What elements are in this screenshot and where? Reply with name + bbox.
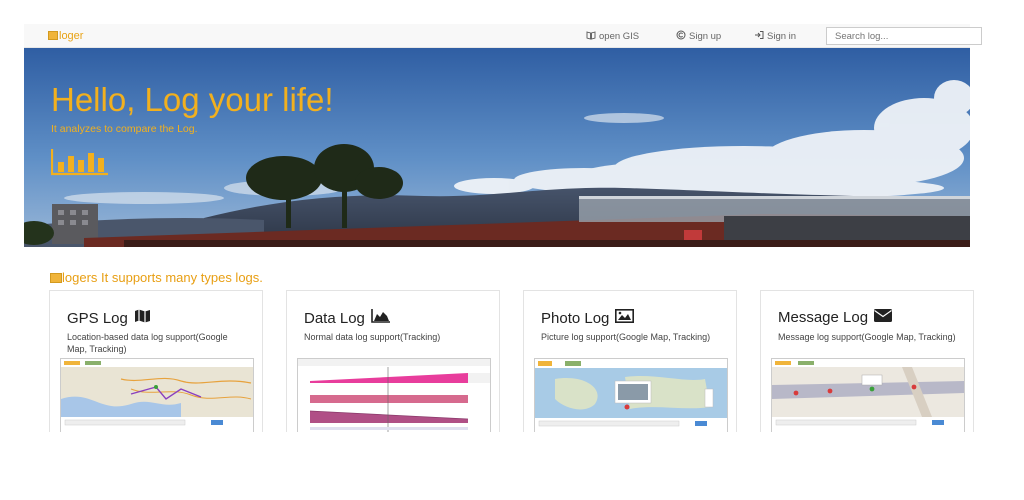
card-title: GPS Log <box>67 309 151 327</box>
card-data-log[interactable]: Data Log Normal data log support(Trackin… <box>286 290 500 432</box>
section-heading: logers It supports many types logs. <box>50 270 263 285</box>
sign-up-link[interactable]: Sign up <box>676 24 754 48</box>
logo-icon <box>50 272 62 283</box>
card-message-log[interactable]: Message Log Message log support(Google M… <box>760 290 974 432</box>
card-description: Message log support(Google Map, Tracking… <box>778 332 956 342</box>
card-title-text: Photo Log <box>541 309 610 327</box>
sign-up-label: Sign up <box>689 30 722 42</box>
card-photo-log[interactable]: Photo Log Picture log support(Google Map… <box>523 290 737 432</box>
hero-title: Hello, Log your life! <box>51 81 334 118</box>
card-screenshot <box>60 358 254 432</box>
hero-subtitle: It analyzes to compare the Log. <box>51 123 198 135</box>
sign-in-label: Sign in <box>767 30 797 42</box>
card-title-text: Data Log <box>304 309 365 327</box>
card-title: Data Log <box>304 309 390 327</box>
card-title-text: Message Log <box>778 309 869 326</box>
picture-icon <box>615 309 635 327</box>
brand-link[interactable]: loger <box>48 30 83 42</box>
copyright-icon <box>676 30 686 42</box>
card-screenshot <box>534 358 728 432</box>
logo-icon <box>48 31 58 40</box>
card-title: Message Log <box>778 309 893 326</box>
hero-banner: Hello, Log your life! It analyzes to com… <box>24 48 970 247</box>
envelope-icon <box>874 309 893 326</box>
card-title-text: GPS Log <box>67 309 128 327</box>
search-input[interactable] <box>826 27 982 45</box>
card-gps-log[interactable]: GPS Log Location-based data log support(… <box>49 290 263 432</box>
card-screenshot <box>771 358 965 432</box>
brand-name: loger <box>59 29 84 42</box>
book-icon <box>586 30 596 42</box>
hero-background-photo <box>24 48 970 247</box>
card-screenshot <box>297 358 491 432</box>
map-icon <box>134 309 151 327</box>
bar-chart-icon <box>51 148 109 176</box>
card-title: Photo Log <box>541 309 635 327</box>
card-description: Location-based data log support(Google M… <box>67 332 228 354</box>
card-description: Picture log support(Google Map, Tracking… <box>541 332 711 342</box>
nav-links: open GIS Sign up Sign in <box>586 24 824 48</box>
area-chart-icon <box>371 309 390 327</box>
section-brand: logers <box>62 270 98 285</box>
sign-in-icon <box>754 30 764 42</box>
sign-in-link[interactable]: Sign in <box>754 24 824 48</box>
section-title-text: It supports many types logs. <box>97 270 263 285</box>
navbar: loger open GIS Sign up Sign in <box>24 24 982 48</box>
open-gis-label: open GIS <box>599 30 640 42</box>
open-gis-link[interactable]: open GIS <box>586 24 676 48</box>
card-description: Normal data log support(Tracking) <box>304 332 441 342</box>
